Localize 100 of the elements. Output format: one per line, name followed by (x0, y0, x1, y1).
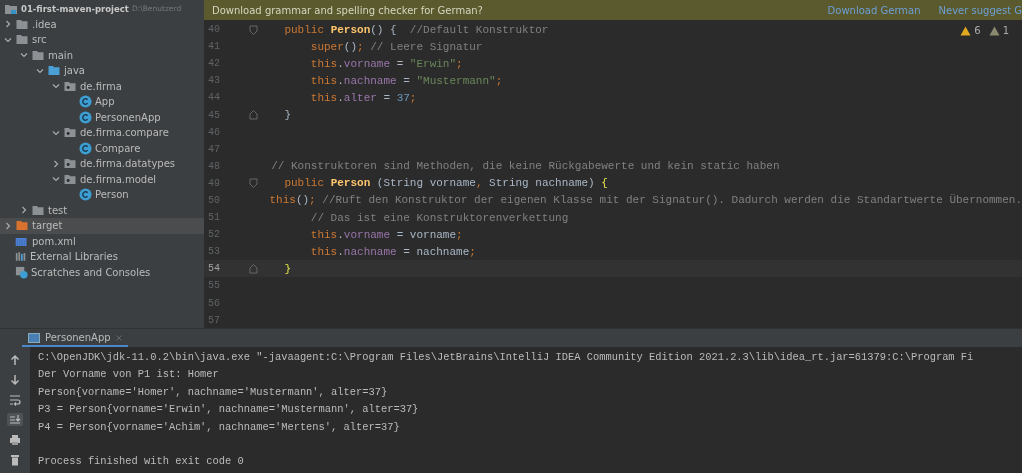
code-line: } (283, 109, 291, 121)
warning-count: 6 (974, 25, 981, 36)
chevron-down-icon[interactable] (52, 82, 60, 91)
line-number: 42 (207, 58, 221, 70)
code-line: this.nachname = nachname; (309, 245, 476, 258)
code-line: this(); //Ruft den Konstruktor der eigenen Klasse mit der Signatur(). Dadurch werden die Standartwerte Übernommen. (268, 194, 1022, 207)
code-line: this.vorname = vorname; (309, 228, 463, 241)
tree-item-label: .idea (32, 18, 57, 30)
tree-item-label: de.firma.model (80, 173, 157, 185)
tree-item[interactable]: de.firma.datatypes (0, 156, 204, 172)
chevron-right-icon[interactable] (4, 20, 12, 29)
line-number: 46 (207, 126, 221, 138)
chevron-down-icon[interactable] (52, 175, 60, 184)
tree-item-label: External Libraries (30, 251, 118, 263)
tree-item-label: test (48, 204, 68, 216)
console-output-line: P3 = Person{vorname='Erwin', nachname='Mustermann', alter=37} (38, 402, 420, 418)
fold-marker-icon[interactable] (249, 110, 258, 120)
tree-item[interactable]: de.firma (0, 78, 204, 94)
code-line: this.vorname = "Erwin"; (309, 57, 463, 70)
package-icon (63, 173, 77, 185)
tree-item-label: Person (95, 189, 129, 201)
warning-icon[interactable] (960, 25, 972, 36)
tree-item[interactable]: src (0, 32, 204, 48)
chevron-down-icon[interactable] (20, 51, 28, 60)
chevron-down-icon[interactable] (4, 35, 12, 44)
line-number: 47 (207, 143, 221, 155)
tree-item-label: target (32, 220, 63, 232)
console-icon (28, 332, 40, 343)
package-icon (63, 80, 77, 92)
line-number: 45 (207, 109, 221, 121)
tree-item-label: PersonenApp (95, 111, 161, 123)
line-number: 51 (207, 212, 221, 224)
class-icon (79, 95, 92, 109)
tree-item[interactable]: de.firma.model (0, 171, 204, 187)
tree-item[interactable]: target (0, 218, 204, 234)
fold-marker-icon[interactable] (249, 24, 258, 35)
fold-marker-icon[interactable] (249, 178, 258, 189)
line-number: 52 (207, 229, 221, 241)
folder-icon (47, 65, 61, 77)
scratches-icon (15, 265, 28, 279)
line-number: 53 (207, 246, 221, 258)
tree-item[interactable]: main (0, 47, 204, 63)
class-icon (79, 141, 92, 155)
chevron-down-icon[interactable] (52, 128, 60, 137)
fold-marker-icon[interactable] (249, 263, 258, 274)
print-icon[interactable] (7, 433, 23, 446)
line-number: 41 (207, 41, 221, 53)
warning-icon[interactable] (988, 25, 1000, 36)
tree-item-label: java (64, 65, 85, 77)
tree-item[interactable]: Scratches and Consoles (0, 264, 204, 280)
tree-item[interactable]: App (0, 94, 204, 110)
chevron-down-icon[interactable] (36, 66, 44, 75)
chevron-right-icon[interactable] (52, 159, 60, 168)
tree-item-label: de.firma (80, 80, 122, 92)
tree-item-label: Compare (95, 142, 141, 154)
console-output-line: Der Vorname von P1 ist: Homer (38, 367, 220, 383)
code-line: public Person (String vorname, String nachname) { (283, 177, 608, 190)
line-number: 48 (207, 160, 221, 172)
line-number: 40 (207, 24, 221, 36)
code-line: } (283, 262, 291, 275)
run-tab[interactable]: PersonenApp (22, 332, 128, 347)
tree-item-label: src (32, 34, 47, 46)
tree-item-label: App (95, 96, 115, 108)
code-line: this.nachname = "Mustermann"; (309, 74, 503, 87)
code-line: // Konstruktoren sind Methoden, die keine Rückgabewerte und kein static haben (270, 160, 780, 173)
tree-item[interactable]: test (0, 202, 204, 218)
soft-wrap-icon[interactable] (7, 393, 23, 406)
tree-item[interactable]: Person (0, 187, 204, 203)
tree-item[interactable]: pom.xml (0, 233, 204, 249)
tree-item[interactable]: Compare (0, 140, 204, 156)
console-output-line: P4 = Person{vorname='Achim', nachname='Mertens', alter=37} (38, 419, 401, 435)
tree-item[interactable]: PersonenApp (0, 109, 204, 125)
folder-icon (15, 34, 29, 46)
code-line: super(); // Leere Signatur (309, 40, 483, 53)
tree-item[interactable]: .idea (0, 16, 204, 32)
tree-item-label: de.firma.datatypes (80, 158, 176, 170)
line-number: 49 (207, 177, 221, 189)
folder-icon (31, 204, 45, 216)
code-line: public Person() { //Default Konstruktor (283, 23, 549, 36)
tree-item[interactable]: de.firma.compare (0, 125, 204, 141)
scroll-to-end-icon[interactable] (7, 413, 23, 426)
tree-item[interactable]: External Libraries (0, 249, 204, 265)
process-exit-message: Process finished with exit code 0 (38, 454, 245, 470)
tree-item-label: Scratches and Consoles (31, 266, 151, 278)
line-number: 57 (207, 314, 221, 326)
libraries-icon (15, 251, 27, 263)
console-output-line: C:\OpenJDK\jdk-11.0.2\bin\java.exe "-javaagent:C:\Program Files\JetBrains\IntelliJ IDEA Community Edition 2021.2.3\lib\idea_rt.jar=61379:C:\Program Fi (38, 350, 974, 365)
folder-icon (31, 49, 45, 61)
tree-item[interactable]: java (0, 63, 204, 79)
code-line: this.alter = 37; (309, 91, 417, 104)
console-output-line: Person{vorname='Homer', nachname='Mustermann', alter=37} (38, 384, 389, 400)
project-name: 01-first-maven-project (21, 3, 129, 14)
chevron-right-icon[interactable] (20, 206, 28, 215)
class-icon (79, 188, 92, 202)
code-line: // Das ist eine Konstruktorenverkettung (309, 211, 569, 224)
class-icon (79, 110, 92, 124)
project-folder-icon (4, 2, 18, 15)
warning-count: 1 (1002, 25, 1009, 36)
tree-item-label: main (48, 49, 73, 61)
chevron-right-icon[interactable] (4, 221, 12, 230)
